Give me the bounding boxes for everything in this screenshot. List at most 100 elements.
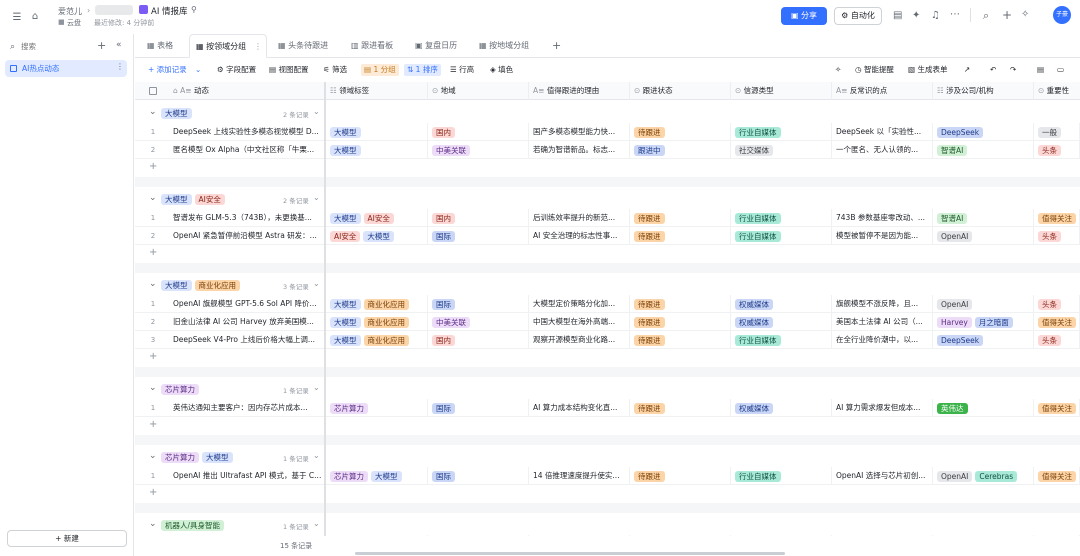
column-header-counterintuitive[interactable]: A≡ 反常识的点 [832,82,933,100]
cell-source[interactable]: 权威媒体 [731,313,832,331]
cell-status[interactable]: 待跟进 [630,331,731,349]
add-icon[interactable]: + [97,39,106,52]
chevron-down-icon[interactable]: ⌄ [149,279,157,289]
group-menu-icon[interactable]: ⌄ [313,279,320,288]
cell-region[interactable]: 国际 [428,227,529,245]
tab-follow-board[interactable]: ▥ 跟进看板 [351,34,393,58]
new-button[interactable]: + 新建 [7,530,127,547]
cell-title[interactable]: OpenAI 推出 Ultrafast API 模式，基于 C... [169,467,324,485]
cell-domain[interactable]: 芯片算力 [326,399,428,417]
document-icon[interactable]: ▤ [893,10,902,21]
more-icon[interactable]: ⋯ [950,9,960,20]
cell-companies[interactable]: OpenAI [933,227,1034,245]
cell-status[interactable]: 跟进中 [630,141,731,159]
cell-source[interactable]: 社交媒体 [731,141,832,159]
search-icon[interactable]: ⌕ [983,9,989,23]
column-header-status[interactable]: ⊙ 跟进状态 [630,82,731,100]
cell-companies[interactable]: 智谱AI [933,209,1034,227]
search-input[interactable] [21,40,85,52]
group-menu-icon[interactable]: ⌄ [313,107,320,116]
cell-reason[interactable]: 若确为智谱新品。标志... [529,141,630,159]
group-header[interactable]: ⌄ 大模型 2 条记录 ⌄ [135,105,1080,123]
cell-companies[interactable]: DeepSeek [933,331,1034,349]
cell-title[interactable]: 英伟达通知主要客户：因内存芯片成本... [169,399,324,417]
sort-button[interactable]: ⇅ 1 排序 [404,64,441,76]
add-row-button[interactable]: + [135,159,1080,177]
cell-counterintuitive[interactable]: 743B 参数基座零改动、... [832,209,933,227]
table-row[interactable]: 1 智谱发布 GLM-5.3（743B），未更换基... 大模型 AI安全 国内 后训练效… [135,209,1080,227]
cell-source[interactable]: 行业自媒体 [731,123,832,141]
chevron-down-icon[interactable]: ⌄ [149,193,157,203]
cell-counterintuitive[interactable]: 模型被暂停不是因为能... [832,227,933,245]
cell-region[interactable]: 国际 [428,295,529,313]
cell-companies[interactable]: OpenAI [933,295,1034,313]
filter-button[interactable]: ⚟ 筛选 [323,64,347,76]
cell-source[interactable]: 行业自媒体 [731,467,832,485]
cell-reason[interactable]: 大模型定价策略分化加... [529,295,630,313]
cell-status[interactable]: 待跟进 [630,123,731,141]
table-row[interactable]: 2 旧金山法律 AI 公司 Harvey 放弃美国模... 大模型 商业化应用 中美关联… [135,313,1080,331]
cell-region[interactable]: 国内 [428,209,529,227]
cell-importance[interactable]: 头条 [1034,227,1080,245]
cell-importance[interactable]: 头条 [1034,295,1080,313]
cell-reason[interactable]: 国产多模态模型能力快... [529,123,630,141]
column-header-title[interactable]: ⌂ A≡ 动态 [169,82,324,100]
column-header-reason[interactable]: A≡ 值得跟进的理由 [529,82,630,100]
collapse-icon[interactable]: « [116,40,122,50]
location-label[interactable]: 云盘 [67,18,81,28]
bell-icon[interactable]: ♫ [931,10,940,21]
group-menu-icon[interactable]: ⌄ [313,519,320,528]
cell-region[interactable]: 国内 [428,123,529,141]
cell-title[interactable]: DeepSeek 上线实验性多模态视觉模型 D... [169,123,324,141]
plus-icon[interactable]: + [1002,8,1012,22]
group-header[interactable]: ⌄ 大模型 AI安全 2 条记录 ⌄ [135,191,1080,209]
cell-domain[interactable]: 芯片算力 大模型 [326,467,428,485]
tab-menu-icon[interactable]: ⋮ [254,35,262,59]
cell-companies[interactable]: OpenAI Cerebras [933,467,1034,485]
cell-companies[interactable]: Harvey 月之暗面 [933,313,1034,331]
cell-counterintuitive[interactable]: OpenAI 选择与芯片初创... [832,467,933,485]
table-row[interactable]: 1 OpenAI 旗舰模型 GPT-5.6 Sol API 降价... 大模型 商业化… [135,295,1080,313]
breadcrumb-root[interactable]: 爱范儿 [58,6,82,17]
table-row[interactable]: 1 英伟达通知主要客户：因内存芯片成本... 芯片算力 国际 AI 算力成本结构变化直.… [135,399,1080,417]
cell-status[interactable]: 待跟进 [630,295,731,313]
cell-source[interactable]: 权威媒体 [731,295,832,313]
plugin-icon[interactable]: ✦ [912,10,920,21]
group-header[interactable]: ⌄ 大模型 商业化应用 3 条记录 ⌄ [135,277,1080,295]
cell-counterintuitive[interactable]: DeepSeek 以「实验性... [832,123,933,141]
share-view-icon[interactable]: ↗ [964,64,970,76]
view-config-button[interactable]: ▤ 视图配置 [269,64,308,76]
cell-status[interactable]: 待跟进 [630,209,731,227]
breadcrumb-blurred-folder[interactable] [95,5,133,15]
column-header-importance[interactable]: ⊙ 重要性 [1034,82,1080,100]
cell-title[interactable]: DeepSeek V4-Pro 上线后价格大幅上调... [169,331,324,349]
cell-domain[interactable]: 大模型 商业化应用 [326,313,428,331]
cell-region[interactable]: 国际 [428,399,529,417]
cell-title[interactable]: 智谱发布 GLM-5.3（743B），未更换基... [169,209,324,227]
cell-importance[interactable]: 头条 [1034,141,1080,159]
column-header-source[interactable]: ⊙ 信源类型 [731,82,832,100]
cell-importance[interactable]: 头条 [1034,331,1080,349]
cell-title[interactable]: OpenAI 紧急暂停前沿模型 Astra 研发：... [169,227,324,245]
cell-status[interactable]: 待跟进 [630,467,731,485]
row-height-button[interactable]: ☰ 行高 [450,64,474,76]
sidebar-toggle-icon[interactable]: ☰ [11,11,23,23]
sidebar-item-ai-hot[interactable]: AI热点动态 ⋮ [5,60,127,77]
tab-review-calendar[interactable]: ▣ 复盘日历 [415,34,457,58]
cell-reason[interactable]: 后训练效率提升的新范... [529,209,630,227]
chevron-down-icon[interactable]: ⌄ [149,451,157,461]
horizontal-scrollbar[interactable] [355,552,785,555]
cell-importance[interactable]: 值得关注 [1034,399,1080,417]
cell-counterintuitive[interactable]: 一个匿名、无人认领的... [832,141,933,159]
more-vertical-icon[interactable]: ⋮ [116,62,124,71]
group-header[interactable]: ⌄ 芯片算力 大模型 1 条记录 ⌄ [135,449,1080,467]
cell-domain[interactable]: AI安全 大模型 [326,227,428,245]
cell-counterintuitive[interactable]: AI 算力需求爆发但成本... [832,399,933,417]
add-row-button[interactable]: + [135,245,1080,263]
column-header-domain[interactable]: ☷ 领域标签 [326,82,428,100]
add-row-button[interactable]: + [135,417,1080,435]
group-header[interactable]: ⌄ 机器人/具身智能 1 条记录 ⌄ [135,517,1080,535]
tab-table[interactable]: ▦ 表格 [147,34,173,58]
cell-importance[interactable]: 一般 [1034,123,1080,141]
cell-region[interactable]: 中美关联 [428,313,529,331]
